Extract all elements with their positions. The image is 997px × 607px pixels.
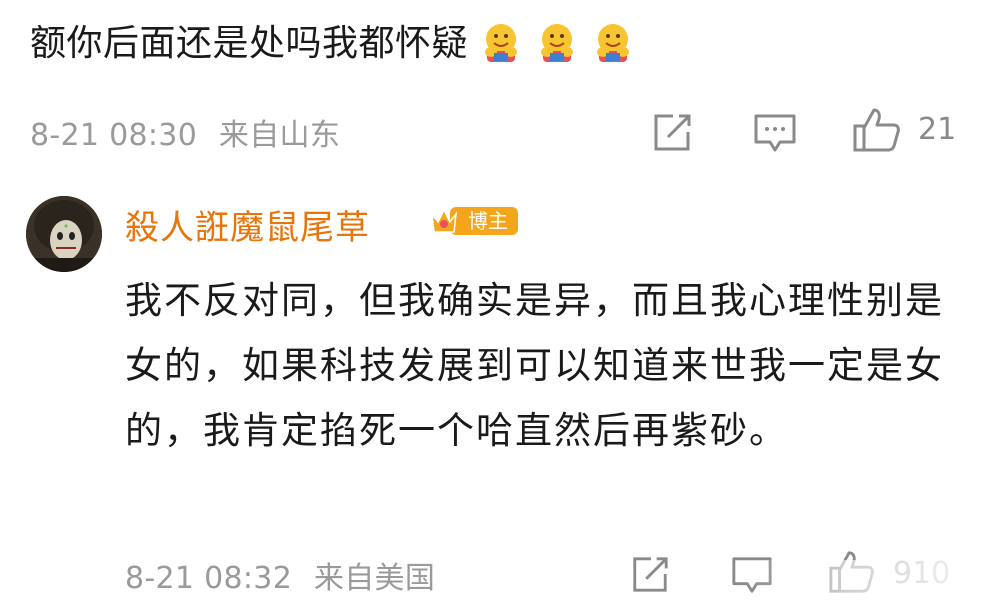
reply-location: 来自美国 bbox=[313, 561, 436, 596]
reply-date: 8-21 08:32 bbox=[125, 561, 293, 596]
like-count: 21 bbox=[918, 112, 957, 147]
hugging-face-icon bbox=[590, 19, 636, 65]
comment-date: 8-21 08:30 bbox=[30, 118, 198, 153]
comment-icon[interactable] bbox=[752, 112, 798, 156]
share-icon[interactable] bbox=[651, 112, 693, 154]
reply-text: 我不反对同，但我确实是异，而且我心理性别是女的，如果科技发展到可以知道来世我一定… bbox=[125, 279, 944, 452]
username[interactable]: 殺人誑魔鼠尾草 bbox=[125, 200, 370, 249]
comment-body: 额你后面还是处吗我都怀疑 bbox=[30, 23, 469, 64]
blogger-badge: 博主 bbox=[428, 202, 520, 238]
reply-meta: 8-21 08:32 来自美国 bbox=[125, 553, 435, 597]
comment-icon[interactable] bbox=[730, 555, 774, 597]
avatar[interactable] bbox=[26, 196, 102, 272]
hugging-face-icon bbox=[478, 19, 524, 65]
like-count: 910 bbox=[893, 556, 951, 591]
hugging-face-icon bbox=[534, 19, 580, 65]
like-icon[interactable] bbox=[852, 106, 902, 154]
comment-meta: 8-21 08:30 来自山东 bbox=[30, 110, 340, 154]
share-icon[interactable] bbox=[630, 555, 670, 595]
badge-label: 博主 bbox=[468, 209, 508, 233]
comment-text: 额你后面还是处吗我都怀疑 bbox=[30, 18, 636, 70]
comment-location: 来自山东 bbox=[218, 118, 341, 153]
like-icon[interactable] bbox=[828, 548, 876, 596]
